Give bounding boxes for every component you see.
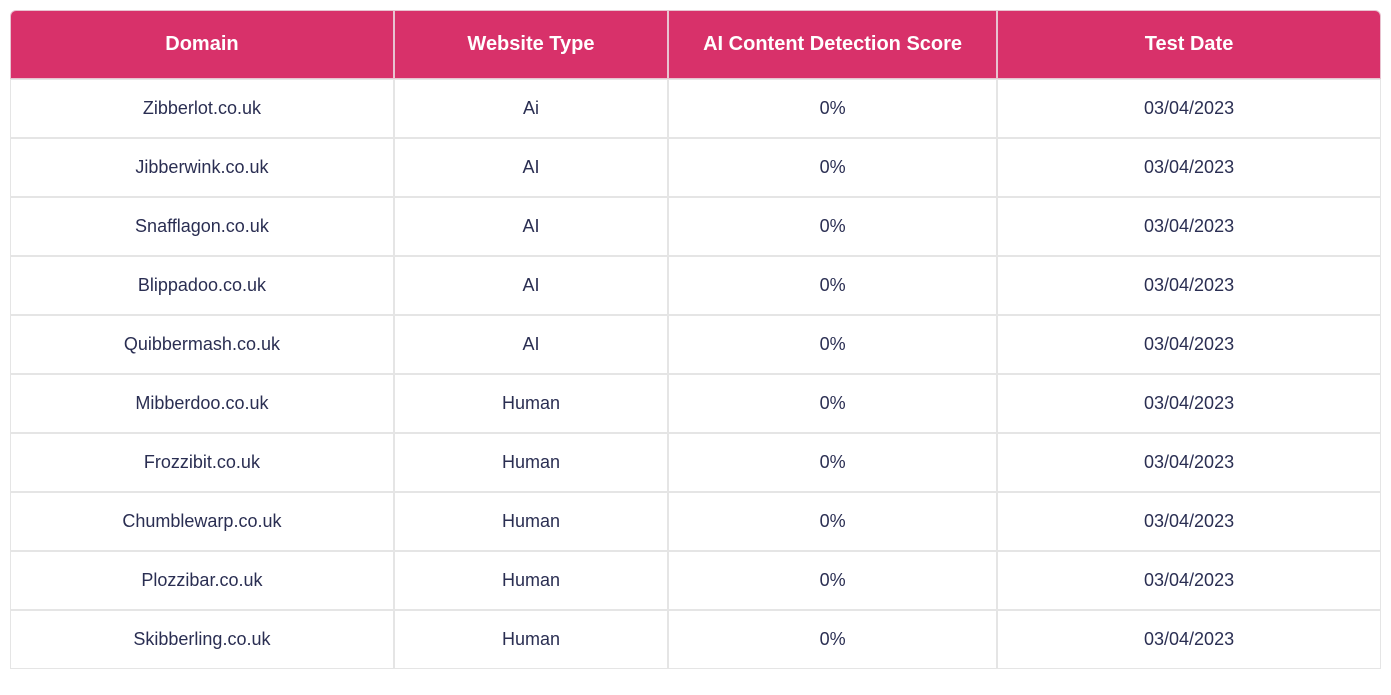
cell-score: 0% bbox=[668, 138, 997, 197]
table-row: Blippadoo.co.uk AI 0% 03/04/2023 bbox=[10, 256, 1381, 315]
cell-type: Ai bbox=[394, 79, 668, 138]
cell-type: AI bbox=[394, 138, 668, 197]
header-ai-score: AI Content Detection Score bbox=[668, 10, 997, 79]
cell-score: 0% bbox=[668, 197, 997, 256]
cell-type: AI bbox=[394, 197, 668, 256]
cell-domain: Jibberwink.co.uk bbox=[10, 138, 394, 197]
cell-score: 0% bbox=[668, 610, 997, 669]
cell-score: 0% bbox=[668, 492, 997, 551]
table-row: Skibberling.co.uk Human 0% 03/04/2023 bbox=[10, 610, 1381, 669]
cell-date: 03/04/2023 bbox=[997, 197, 1381, 256]
table-row: Plozzibar.co.uk Human 0% 03/04/2023 bbox=[10, 551, 1381, 610]
cell-type: Human bbox=[394, 492, 668, 551]
cell-type: Human bbox=[394, 374, 668, 433]
cell-domain: Mibberdoo.co.uk bbox=[10, 374, 394, 433]
cell-date: 03/04/2023 bbox=[997, 315, 1381, 374]
table-row: Chumblewarp.co.uk Human 0% 03/04/2023 bbox=[10, 492, 1381, 551]
table-header-row: Domain Website Type AI Content Detection… bbox=[10, 10, 1381, 79]
cell-score: 0% bbox=[668, 433, 997, 492]
cell-date: 03/04/2023 bbox=[997, 374, 1381, 433]
cell-type: Human bbox=[394, 610, 668, 669]
table-row: Mibberdoo.co.uk Human 0% 03/04/2023 bbox=[10, 374, 1381, 433]
cell-domain: Zibberlot.co.uk bbox=[10, 79, 394, 138]
cell-domain: Blippadoo.co.uk bbox=[10, 256, 394, 315]
cell-type: Human bbox=[394, 433, 668, 492]
cell-date: 03/04/2023 bbox=[997, 138, 1381, 197]
header-domain: Domain bbox=[10, 10, 394, 79]
table-row: Snafflagon.co.uk AI 0% 03/04/2023 bbox=[10, 197, 1381, 256]
cell-score: 0% bbox=[668, 551, 997, 610]
cell-score: 0% bbox=[668, 256, 997, 315]
cell-date: 03/04/2023 bbox=[997, 551, 1381, 610]
cell-score: 0% bbox=[668, 315, 997, 374]
cell-date: 03/04/2023 bbox=[997, 256, 1381, 315]
cell-domain: Quibbermash.co.uk bbox=[10, 315, 394, 374]
cell-type: AI bbox=[394, 256, 668, 315]
cell-domain: Frozzibit.co.uk bbox=[10, 433, 394, 492]
ai-detection-table: Domain Website Type AI Content Detection… bbox=[10, 10, 1381, 669]
table-body: Zibberlot.co.uk Ai 0% 03/04/2023 Jibberw… bbox=[10, 79, 1381, 669]
cell-date: 03/04/2023 bbox=[997, 610, 1381, 669]
header-website-type: Website Type bbox=[394, 10, 668, 79]
cell-domain: Plozzibar.co.uk bbox=[10, 551, 394, 610]
cell-date: 03/04/2023 bbox=[997, 79, 1381, 138]
cell-type: AI bbox=[394, 315, 668, 374]
cell-date: 03/04/2023 bbox=[997, 433, 1381, 492]
header-test-date: Test Date bbox=[997, 10, 1381, 79]
cell-date: 03/04/2023 bbox=[997, 492, 1381, 551]
cell-score: 0% bbox=[668, 79, 997, 138]
cell-domain: Skibberling.co.uk bbox=[10, 610, 394, 669]
table-row: Zibberlot.co.uk Ai 0% 03/04/2023 bbox=[10, 79, 1381, 138]
cell-type: Human bbox=[394, 551, 668, 610]
table-row: Frozzibit.co.uk Human 0% 03/04/2023 bbox=[10, 433, 1381, 492]
table-row: Jibberwink.co.uk AI 0% 03/04/2023 bbox=[10, 138, 1381, 197]
table-row: Quibbermash.co.uk AI 0% 03/04/2023 bbox=[10, 315, 1381, 374]
cell-score: 0% bbox=[668, 374, 997, 433]
cell-domain: Chumblewarp.co.uk bbox=[10, 492, 394, 551]
cell-domain: Snafflagon.co.uk bbox=[10, 197, 394, 256]
